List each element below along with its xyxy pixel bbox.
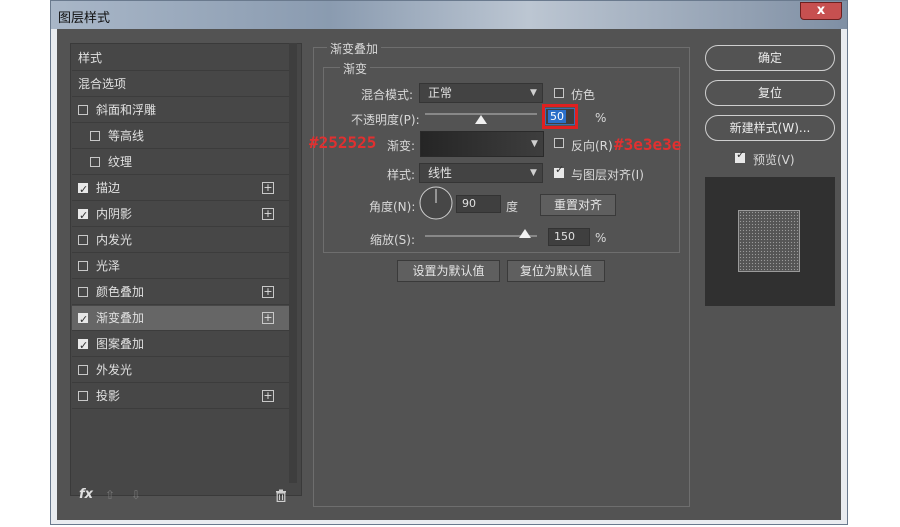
dither-label: 仿色 <box>571 88 596 102</box>
opacity-unit: % <box>595 111 607 125</box>
plus-icon[interactable]: + <box>262 286 274 298</box>
angle-unit: 度 <box>506 200 519 214</box>
gradient-label: 渐变: <box>387 139 416 153</box>
style-item-checkbox[interactable] <box>78 365 88 375</box>
subgroup-title: 渐变 <box>340 60 371 77</box>
set-as-default-button[interactable]: 设置为默认值 <box>397 260 500 282</box>
plus-icon[interactable]: + <box>262 312 274 324</box>
style-item-2[interactable]: 斜面和浮雕 <box>72 98 295 123</box>
style-item-4[interactable]: 纹理 <box>72 150 295 175</box>
trash-icon[interactable] <box>275 489 287 503</box>
preview-swatch <box>738 210 800 272</box>
style-item-label: 描边 <box>96 181 121 195</box>
scale-label: 缩放(S): <box>370 233 416 247</box>
style-item-7[interactable]: 内发光 <box>72 228 295 253</box>
preview-area <box>705 177 835 306</box>
dither-checkbox[interactable] <box>554 88 564 98</box>
style-item-checkbox[interactable] <box>90 131 100 141</box>
style-item-checkbox[interactable] <box>78 287 88 297</box>
fx-button[interactable]: fx <box>79 487 93 502</box>
style-item-6[interactable]: 内阴影 + <box>72 202 295 228</box>
style-item-checkbox[interactable] <box>78 261 88 271</box>
style-item-label: 外发光 <box>96 363 133 377</box>
styles-list-scrollbar[interactable] <box>289 43 297 483</box>
style-label: 样式: <box>387 168 416 182</box>
highlight-box <box>542 104 578 129</box>
plus-icon[interactable]: + <box>262 390 274 402</box>
style-item-label: 混合选项 <box>78 77 127 91</box>
angle-input[interactable]: 90 <box>456 195 501 213</box>
opacity-label: 不透明度(P): <box>351 113 420 127</box>
title-bar[interactable]: 图层样式 x <box>51 1 847 29</box>
group-title: 渐变叠加 <box>327 40 382 57</box>
preview-checkbox[interactable] <box>735 148 745 163</box>
style-item-checkbox[interactable] <box>78 105 88 115</box>
scale-input[interactable]: 150 <box>548 228 590 246</box>
style-item-label: 斜面和浮雕 <box>96 103 157 117</box>
style-item-11[interactable]: 图案叠加 <box>72 332 295 358</box>
style-item-0[interactable]: 样式 <box>72 46 295 71</box>
ok-button[interactable]: 确定 <box>705 45 835 71</box>
style-item-label: 渐变叠加 <box>96 311 145 325</box>
style-item-10[interactable]: 渐变叠加 + <box>72 306 295 332</box>
style-item-label: 内发光 <box>96 233 133 247</box>
window-title: 图层样式 <box>58 11 111 26</box>
style-item-5[interactable]: 描边 + <box>72 176 295 202</box>
style-item-13[interactable]: 投影 + <box>72 384 295 409</box>
style-item-checkbox[interactable] <box>78 334 88 358</box>
style-item-8[interactable]: 光泽 <box>72 254 295 279</box>
close-button[interactable]: x <box>800 2 842 20</box>
blend-mode-select[interactable]: 正常 ▼ <box>419 83 543 103</box>
style-item-label: 光泽 <box>96 259 121 273</box>
styles-list-panel: 样式混合选项斜面和浮雕等高线纹理描边 + 内阴影 + 内发光光泽颜色叠加 + 渐变叠加 + 图案… <box>70 43 302 496</box>
style-item-label: 纹理 <box>108 155 133 169</box>
style-item-9[interactable]: 颜色叠加 + <box>72 280 295 305</box>
scale-slider-thumb[interactable] <box>519 229 531 238</box>
layer-style-dialog: 图层样式 x 样式混合选项斜面和浮雕等高线纹理描边 + 内阴影 + 内发光光泽颜色叠加 +… <box>50 0 848 525</box>
preview-label: 预览(V) <box>753 153 795 167</box>
new-style-button[interactable]: 新建样式(W)... <box>705 115 835 141</box>
blend-mode-value: 正常 <box>428 86 453 100</box>
gradient-picker[interactable]: ▼ <box>420 131 544 157</box>
style-item-1[interactable]: 混合选项 <box>72 72 295 97</box>
style-item-label: 投影 <box>96 389 121 403</box>
align-with-layer-label: 与图层对齐(I) <box>571 168 644 182</box>
annotation-right-color: #3e3e3e <box>614 135 682 154</box>
reverse-checkbox[interactable] <box>554 138 564 148</box>
style-item-checkbox[interactable] <box>78 178 88 202</box>
style-item-label: 内阴影 <box>96 207 133 221</box>
plus-icon[interactable]: + <box>262 208 274 220</box>
scale-unit: % <box>595 231 607 245</box>
arrow-down-icon[interactable]: ⇩ <box>131 488 141 502</box>
style-item-12[interactable]: 外发光 <box>72 358 295 383</box>
style-select[interactable]: 线性 ▼ <box>419 163 543 183</box>
angle-label: 角度(N): <box>369 200 416 214</box>
annotation-left-color: #252525 <box>309 133 377 152</box>
opacity-slider-thumb[interactable] <box>475 115 487 124</box>
style-item-checkbox[interactable] <box>78 204 88 228</box>
chevron-down-icon: ▼ <box>530 168 537 178</box>
reset-button[interactable]: 复位 <box>705 80 835 106</box>
style-item-checkbox[interactable] <box>78 308 88 332</box>
align-with-layer-checkbox[interactable] <box>554 163 564 178</box>
style-item-checkbox[interactable] <box>78 235 88 245</box>
style-item-checkbox[interactable] <box>78 391 88 401</box>
style-item-label: 等高线 <box>108 129 145 143</box>
reverse-label: 反向(R) <box>571 139 613 153</box>
style-value: 线性 <box>428 166 453 180</box>
angle-dial[interactable] <box>419 186 453 220</box>
blend-mode-label: 混合模式: <box>361 88 414 102</box>
plus-icon[interactable]: + <box>262 182 274 194</box>
style-item-label: 样式 <box>78 51 103 65</box>
reset-to-default-button[interactable]: 复位为默认值 <box>507 260 605 282</box>
chevron-down-icon: ▼ <box>530 88 537 98</box>
style-item-3[interactable]: 等高线 <box>72 124 295 149</box>
arrow-up-icon[interactable]: ⇧ <box>105 488 115 502</box>
style-item-checkbox[interactable] <box>90 157 100 167</box>
reset-alignment-button[interactable]: 重置对齐 <box>540 194 616 216</box>
dialog-client-area: 样式混合选项斜面和浮雕等高线纹理描边 + 内阴影 + 内发光光泽颜色叠加 + 渐变叠加 + 图案… <box>57 29 841 520</box>
chevron-down-icon: ▼ <box>531 139 538 149</box>
style-item-label: 颜色叠加 <box>96 285 145 299</box>
style-item-label: 图案叠加 <box>96 337 145 351</box>
